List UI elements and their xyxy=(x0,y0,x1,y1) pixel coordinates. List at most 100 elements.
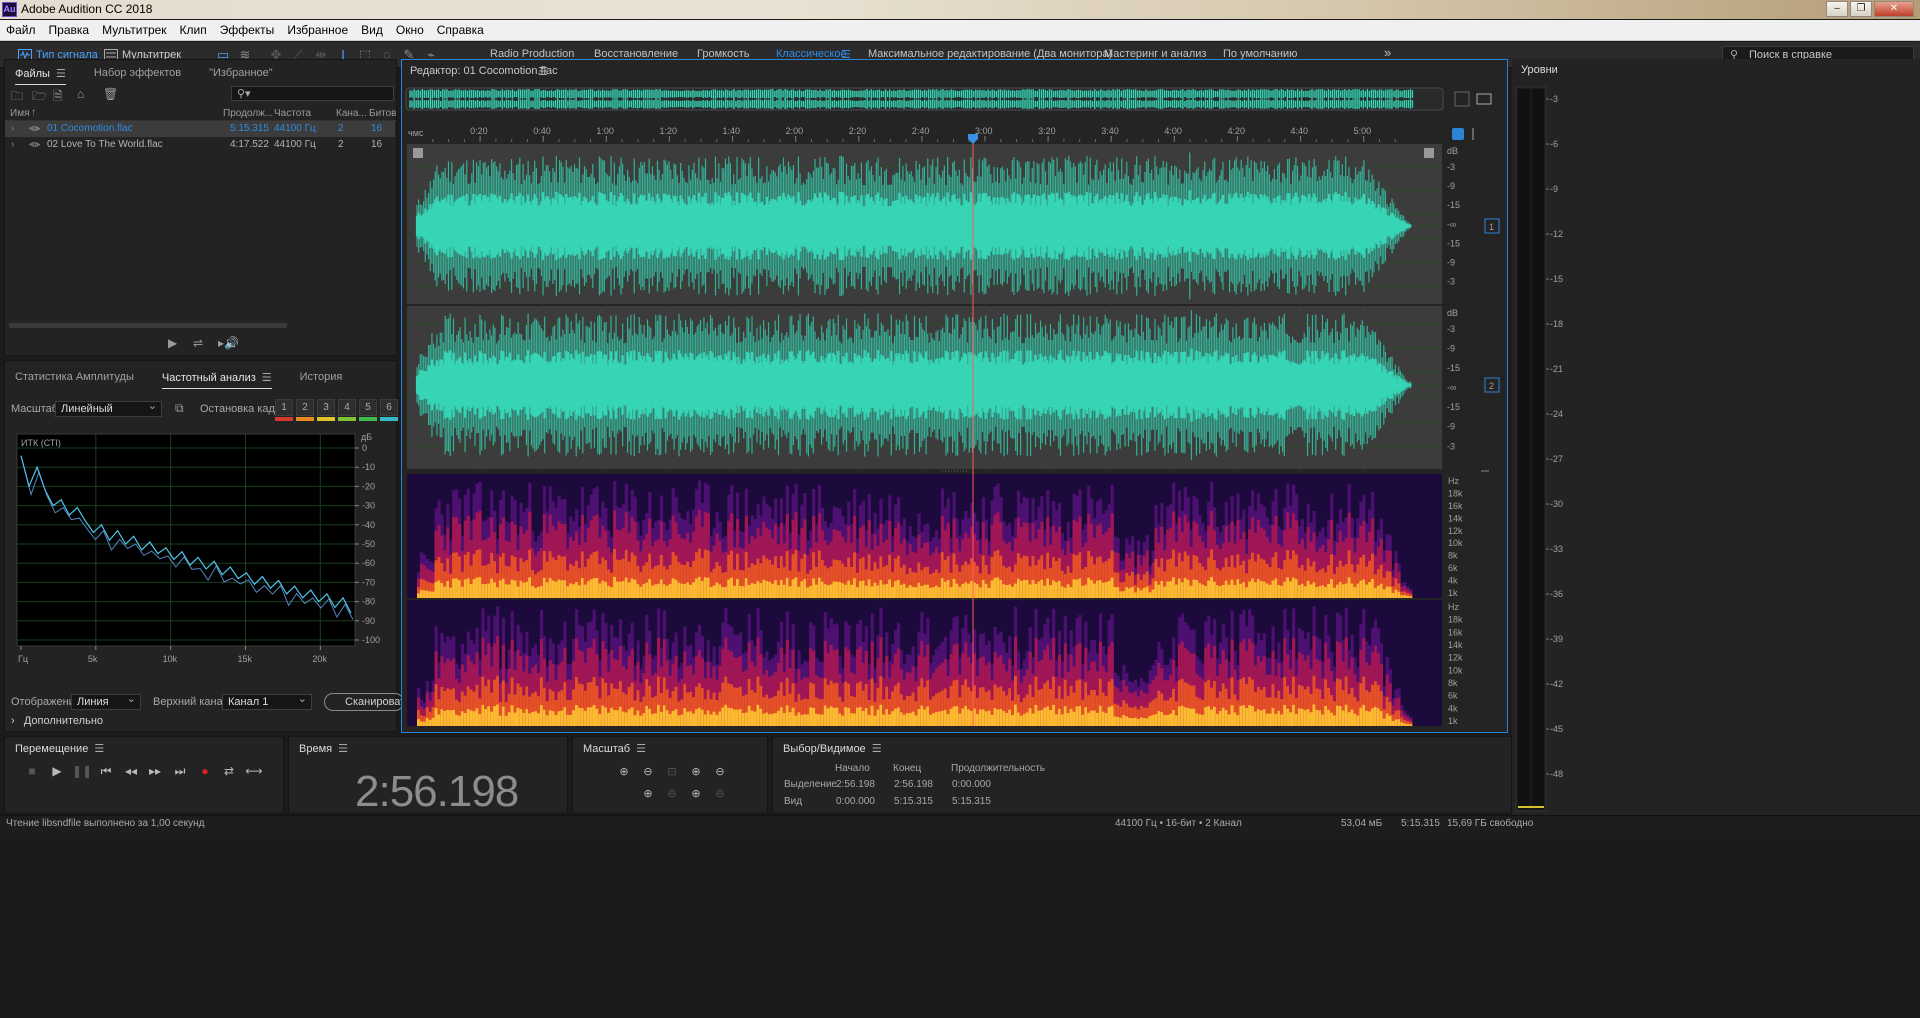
insert-multitrack-icon[interactable]: ⌂ xyxy=(77,87,84,101)
menu-effects[interactable]: Эффекты xyxy=(220,23,275,37)
db-label: -3 xyxy=(1447,277,1455,287)
spectrogram-band xyxy=(1090,580,1094,598)
spectrogram-band xyxy=(996,577,1000,598)
spectrogram-band xyxy=(1060,586,1065,598)
menu-multitrack[interactable]: Мультитрек xyxy=(102,23,166,37)
tab-amplitude-stats[interactable]: Статистика Амплитуды xyxy=(15,371,134,383)
expand-icon[interactable]: › xyxy=(11,139,14,150)
spectrogram-band xyxy=(460,586,465,598)
tab-effects-rack[interactable]: Набор эффектов xyxy=(94,67,181,79)
file-row[interactable]: › ⫷⫸ 02 Love To The World.flac 4:17.522 … xyxy=(5,137,395,153)
spectrogram-band xyxy=(1204,586,1208,598)
freeze-button-2[interactable]: 2 xyxy=(296,399,314,416)
spectrogram-band xyxy=(1309,584,1313,598)
db-scale: dB -3 -9 -15 -∞ -15 -9 -3 xyxy=(1447,308,1460,451)
freeze-button-4[interactable]: 4 xyxy=(338,399,356,416)
ruler-label: 2:40 xyxy=(912,126,930,136)
spectrogram-band xyxy=(431,591,435,598)
spectrogram-band xyxy=(756,581,760,598)
editor-canvas[interactable]: чмс 0:20 0:40 1:00 1:20 1:40 2:00 2:20 2:40 3:00 3… xyxy=(402,60,1507,732)
column-rate[interactable]: Частота xyxy=(274,108,311,119)
spectrogram-band xyxy=(771,583,775,598)
freeze-button-6[interactable]: 6 xyxy=(380,399,398,416)
freq-tick-label: 10k xyxy=(163,654,178,664)
scan-button[interactable]: Сканировать xyxy=(324,693,404,711)
spectrogram-band xyxy=(1037,581,1041,598)
scale-select[interactable]: Линейный xyxy=(55,399,162,417)
expand-icon[interactable]: › xyxy=(11,123,14,134)
column-name[interactable]: Имя xyxy=(10,108,29,119)
spectrogram-band xyxy=(1312,582,1316,598)
freeze-color-4 xyxy=(338,417,356,421)
spectrogram-band xyxy=(1280,585,1284,598)
menu-file[interactable]: Файл xyxy=(6,23,36,37)
spectrogram-band xyxy=(484,584,488,598)
menu-favorites[interactable]: Избранное xyxy=(287,23,348,37)
menu-edit[interactable]: Правка xyxy=(49,23,90,37)
spectrogram-band xyxy=(1350,583,1354,598)
column-channels[interactable]: Кана... xyxy=(336,108,367,119)
spectrogram-band xyxy=(487,583,491,598)
spectrogram-band xyxy=(782,584,787,598)
capture-icon[interactable]: ⧉ xyxy=(175,401,184,416)
loop-preview-icon[interactable]: ⇌ xyxy=(193,336,203,350)
db-label: -15 xyxy=(1447,238,1460,248)
spectrogram-band xyxy=(1154,581,1158,598)
spectrogram-band xyxy=(633,579,637,598)
advanced-expander[interactable]: › Дополнительно xyxy=(11,715,103,727)
menu-view[interactable]: Вид xyxy=(361,23,383,37)
spectrogram-band xyxy=(674,579,678,598)
close-button[interactable]: ✕ xyxy=(1874,1,1914,17)
db-tick-label: -30 xyxy=(362,501,375,511)
more-workspaces-icon[interactable]: » xyxy=(1384,45,1391,60)
file-row[interactable]: › ⫷⫸ 01 Cocomotion.flac 5:15.315 44100 Г… xyxy=(5,121,395,137)
freeze-button-1[interactable]: 1 xyxy=(275,399,293,416)
db-tick-label: -50 xyxy=(362,539,375,549)
spectrogram-band xyxy=(1306,581,1310,598)
tab-history[interactable]: История xyxy=(300,371,343,383)
spectrogram-band xyxy=(718,584,722,598)
menu-clip[interactable]: Клип xyxy=(180,23,207,37)
tab-favorites[interactable]: "Избранное" xyxy=(209,67,273,79)
menu-window[interactable]: Окно xyxy=(396,23,424,37)
spectrogram-band xyxy=(894,581,898,598)
spectrogram-band xyxy=(1095,580,1100,598)
spectrogram-band xyxy=(1019,580,1024,598)
spectrogram-band xyxy=(1239,583,1243,598)
channel-label: Верхний канал: xyxy=(153,696,233,708)
file-channels: 2 xyxy=(338,123,344,134)
window-title: Adobe Audition CC 2018 xyxy=(21,2,153,16)
spectrogram-band xyxy=(902,583,906,598)
spectrogram-band xyxy=(1049,585,1053,598)
spectrogram-band xyxy=(1119,591,1123,598)
play-preview-icon[interactable]: ▶ xyxy=(168,336,177,350)
spectrogram-band xyxy=(469,584,473,598)
spectrogram-band xyxy=(686,582,690,598)
spectrogram-band xyxy=(855,587,860,598)
spectrogram-band xyxy=(829,584,833,598)
spectrogram-band xyxy=(677,582,681,598)
spectrogram-band xyxy=(946,580,950,598)
spectrogram-band xyxy=(522,582,526,598)
spectrogram-band xyxy=(1303,586,1307,598)
spectrogram-band xyxy=(937,587,942,598)
column-bits[interactable]: Битов xyxy=(369,108,397,119)
menu-help[interactable]: Справка xyxy=(437,23,484,37)
file-bits: 16 xyxy=(371,123,383,134)
auto-play-icon[interactable]: ▸🔊 xyxy=(218,336,239,350)
maximize-button[interactable]: ❐ xyxy=(1850,1,1872,17)
tab-files[interactable]: Файлы ☰ xyxy=(15,67,66,85)
freeze-button-3[interactable]: 3 xyxy=(317,399,335,416)
channel-select[interactable]: Канал 1 xyxy=(222,692,312,710)
freeze-button-5[interactable]: 5 xyxy=(359,399,377,416)
db-label: -3 xyxy=(1447,441,1455,451)
display-select[interactable]: Линия xyxy=(71,692,141,710)
tab-frequency-analysis[interactable]: Частотный анализ ☰ xyxy=(161,371,272,389)
column-duration[interactable]: Продолж... xyxy=(223,108,273,119)
minimize-button[interactable]: – xyxy=(1826,1,1848,17)
close-file-icon[interactable]: 🗑 xyxy=(103,87,118,101)
spectrogram-band xyxy=(841,583,845,598)
horizontal-scrollbar[interactable] xyxy=(9,323,287,328)
files-search-input[interactable]: ⚲▾ xyxy=(231,86,394,101)
spectrogram-band xyxy=(1166,581,1170,598)
